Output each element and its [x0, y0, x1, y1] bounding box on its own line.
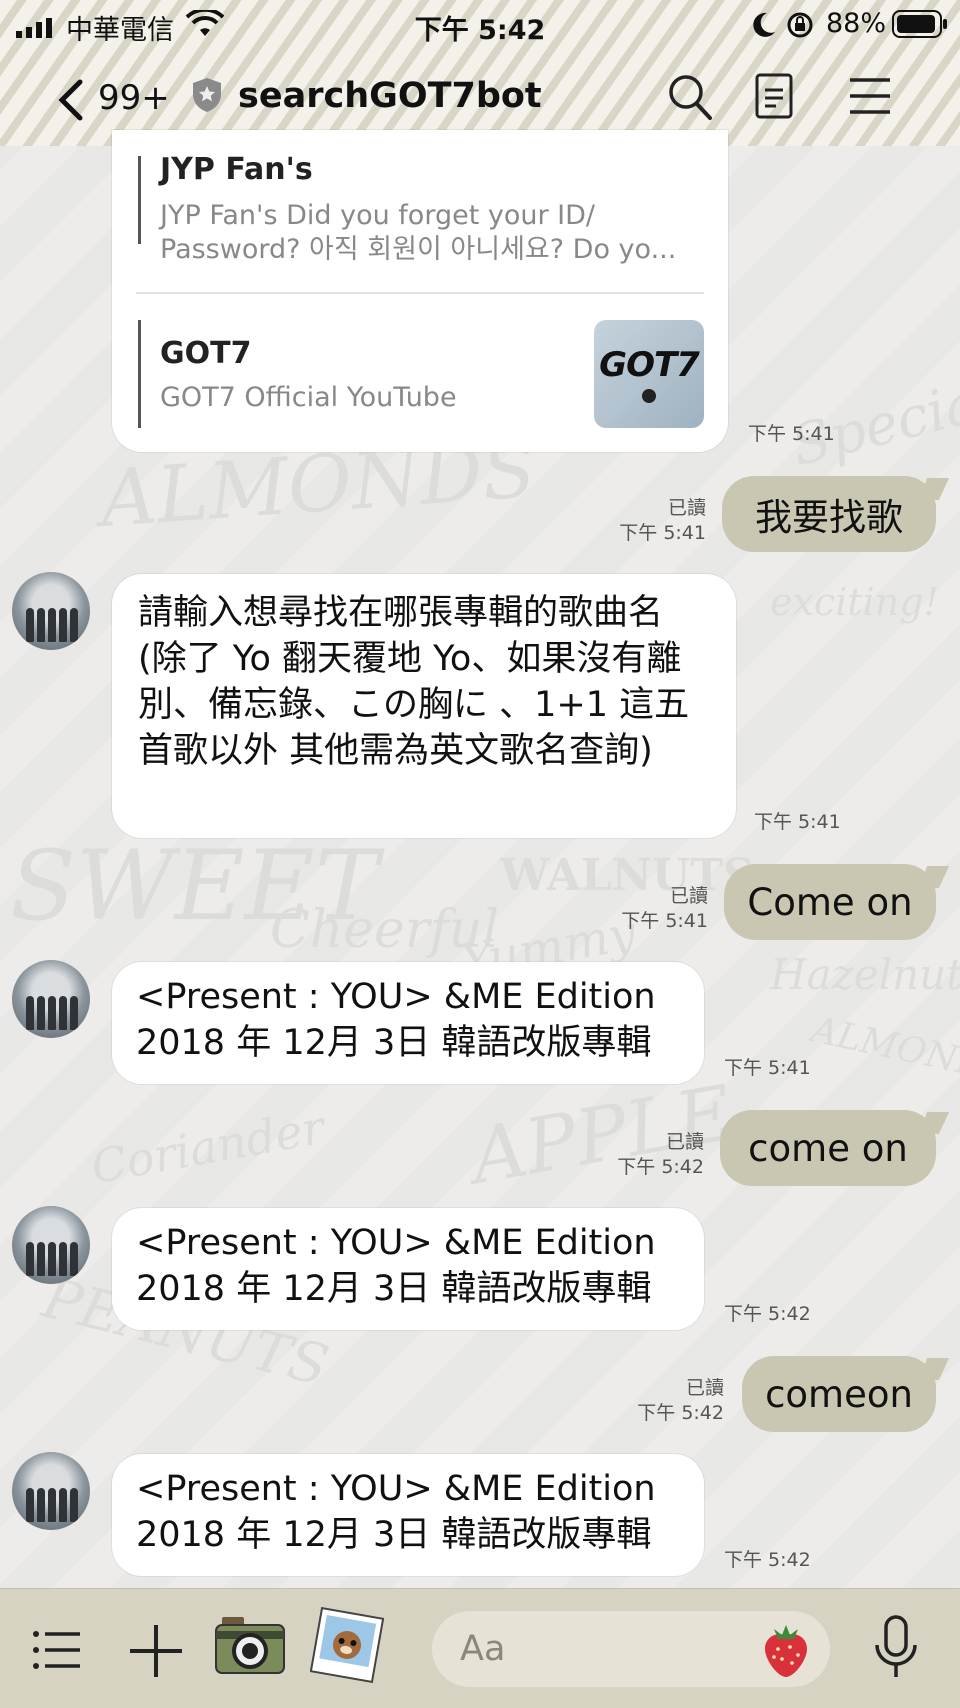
bot-avatar[interactable]	[12, 572, 90, 650]
outgoing-message-bubble[interactable]: come on	[720, 1110, 936, 1186]
message-meta: 已讀 下午 5:42	[614, 1376, 724, 1426]
clock: 下午 5:42	[414, 15, 546, 46]
message-time: 下午 5:42	[724, 1303, 811, 1325]
message-time: 下午 5:41	[621, 910, 708, 932]
read-receipt: 已讀	[685, 1377, 724, 1399]
background-text: Coriander	[87, 1099, 329, 1195]
top-bar: 中華電信 下午 5:42 88% 99+ searchGOT7bot	[0, 0, 960, 146]
incoming-message-bubble[interactable]: <Present : YOU> &ME Edition 2018 年 12月 3…	[112, 962, 704, 1084]
link-card[interactable]: JYP Fan's JYP Fan's Did you forget your …	[112, 130, 728, 452]
message-time: 下午 5:42	[617, 1156, 704, 1178]
menu-icon[interactable]	[848, 76, 892, 116]
card-accent-bar	[138, 320, 141, 428]
input-placeholder: Aa	[460, 1629, 506, 1669]
message-time: 下午 5:41	[724, 1057, 811, 1079]
message-time: 下午 5:42	[637, 1402, 724, 1424]
message-text: come on	[748, 1126, 908, 1170]
card-title: GOT7	[160, 336, 252, 371]
outgoing-message-bubble[interactable]: comeon	[742, 1356, 936, 1432]
unread-count[interactable]: 99+	[98, 78, 170, 118]
message-meta: 已讀 下午 5:41	[600, 884, 708, 934]
incoming-message-bubble[interactable]: 請輸入想尋找在哪張專輯的歌曲名 (除了 Yo 翻天覆地 Yo、如果沒有離別、備忘…	[112, 574, 736, 838]
chevron-left-icon[interactable]	[56, 78, 86, 122]
message-time: 下午 5:42	[724, 1549, 811, 1571]
card-divider	[136, 292, 704, 294]
status-bar: 中華電信 下午 5:42 88%	[0, 0, 960, 48]
camera-icon[interactable]	[214, 1613, 286, 1679]
rotation-lock-icon	[787, 12, 813, 38]
background-text: ALMONDS	[807, 1009, 960, 1092]
strawberry-emoji-icon[interactable]	[760, 1621, 812, 1679]
thumbnail-logo-text: GOT7	[599, 345, 700, 385]
read-receipt: 已讀	[669, 885, 708, 907]
microphone-icon[interactable]	[872, 1615, 920, 1681]
bot-avatar[interactable]	[12, 960, 90, 1038]
message-text: comeon	[765, 1372, 913, 1416]
card-description: GOT7 Official YouTube	[160, 382, 457, 413]
card-title: JYP Fan's	[160, 152, 313, 187]
chat-title: searchGOT7bot	[238, 76, 542, 116]
link-card-item[interactable]: JYP Fan's JYP Fan's Did you forget your …	[160, 152, 680, 267]
message-meta: 已讀 下午 5:41	[600, 496, 706, 546]
message-input[interactable]: Aa	[432, 1611, 830, 1687]
shield-star-icon	[193, 78, 221, 112]
list-icon[interactable]	[32, 1629, 82, 1671]
moon-icon	[753, 12, 775, 37]
message-text: Come on	[747, 880, 913, 924]
bot-avatar[interactable]	[12, 1206, 90, 1284]
message-time: 下午 5:41	[754, 811, 841, 833]
read-receipt: 已讀	[667, 497, 706, 519]
background-text: Hazelnuts	[770, 950, 960, 999]
thumbnail-dot	[642, 389, 656, 403]
message-text: 請輸入想尋找在哪張專輯的歌曲名 (除了 Yo 翻天覆地 Yo、如果沒有離別、備忘…	[138, 593, 690, 771]
background-text: exciting!	[770, 580, 939, 624]
battery-percentage: 88%	[826, 8, 887, 39]
chat-header: 99+ searchGOT7bot	[0, 60, 960, 140]
link-card-item[interactable]: GOT7 GOT7 Official YouTube	[160, 336, 580, 415]
search-icon[interactable]	[666, 72, 714, 122]
card-accent-bar	[138, 156, 141, 244]
battery-icon	[892, 10, 947, 38]
sticker-photo-icon[interactable]	[310, 1607, 384, 1683]
message-meta: 已讀 下午 5:42	[594, 1130, 704, 1180]
card-description: JYP Fan's Did you forget your ID/ Passwo…	[160, 200, 677, 265]
incoming-message-bubble[interactable]: <Present : YOU> &ME Edition 2018 年 12月 3…	[112, 1454, 704, 1576]
background-text: SWEET	[10, 830, 379, 942]
message-text: <Present : YOU> &ME Edition 2018 年 12月 3…	[136, 1223, 667, 1309]
notes-icon[interactable]	[754, 72, 794, 120]
message-text: <Present : YOU> &ME Edition 2018 年 12月 3…	[136, 1469, 667, 1555]
got7-thumbnail[interactable]: GOT7	[594, 320, 704, 428]
plus-icon[interactable]	[128, 1623, 184, 1679]
message-time: 下午 5:41	[748, 423, 835, 445]
message-text: 我要找歌	[755, 496, 903, 539]
outgoing-message-bubble[interactable]: 我要找歌	[722, 476, 936, 552]
message-text: <Present : YOU> &ME Edition 2018 年 12月 3…	[136, 977, 667, 1063]
input-toolbar: Aa	[0, 1588, 960, 1708]
message-time: 下午 5:41	[619, 522, 706, 544]
background-text: Cheerful	[270, 900, 500, 960]
outgoing-message-bubble[interactable]: Come on	[724, 864, 936, 940]
read-receipt: 已讀	[665, 1131, 704, 1153]
bot-avatar[interactable]	[12, 1452, 90, 1530]
incoming-message-bubble[interactable]: <Present : YOU> &ME Edition 2018 年 12月 3…	[112, 1208, 704, 1330]
